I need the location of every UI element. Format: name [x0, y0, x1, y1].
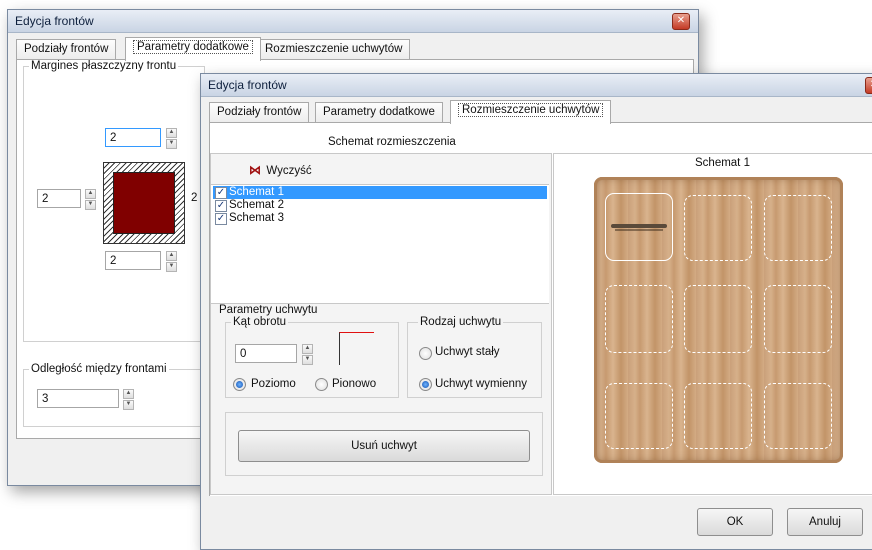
margin-left-field[interactable]: 2: [37, 189, 81, 208]
angle-spin-buttons[interactable]: ▲ ▼: [302, 344, 313, 365]
tab-label: Rozmieszczenie uchwytów: [265, 43, 403, 55]
handle-slot-1[interactable]: [605, 193, 673, 261]
handle-slot-8[interactable]: [684, 383, 752, 449]
handle-slot-5[interactable]: [684, 285, 752, 353]
tab-podzialy-frontow[interactable]: Podziały frontów: [209, 102, 310, 123]
handle-slot-4[interactable]: [605, 285, 673, 353]
spacing-field[interactable]: 3: [37, 389, 119, 408]
margin-top-spinner[interactable]: 2 ▲ ▼: [105, 128, 180, 149]
back-window-title: Edycja frontów: [15, 14, 94, 28]
spin-up-icon[interactable]: ▲: [85, 189, 96, 199]
tab-label: Rozmieszczenie uchwytów: [458, 103, 604, 117]
tab-podzialy-frontow[interactable]: Podziały frontów: [16, 39, 117, 60]
radio-pionowo[interactable]: [315, 378, 328, 391]
spin-up-icon[interactable]: ▲: [166, 128, 177, 138]
remove-handle-area: Usuń uchwyt: [225, 412, 543, 476]
margin-bottom-field[interactable]: 2: [105, 251, 161, 270]
spin-up-icon[interactable]: ▲: [302, 344, 313, 354]
tab-label: Parametry dodatkowe: [323, 106, 435, 118]
handle-slot-3[interactable]: [764, 195, 832, 261]
checkbox-scheme-3[interactable]: ✓: [215, 213, 227, 225]
radio-uchwyt-staly[interactable]: [419, 347, 432, 360]
spin-down-icon[interactable]: ▼: [302, 355, 313, 365]
spacing-group-legend: Odległość między frontami: [31, 363, 167, 375]
handle-slot-6[interactable]: [764, 285, 832, 353]
margin-top-spin-buttons[interactable]: ▲ ▼: [166, 128, 177, 149]
margin-top-field[interactable]: 2: [105, 128, 161, 147]
angle-legend: Kąt obrotu: [233, 316, 287, 328]
back-window-titlebar: Edycja frontów ✕: [8, 10, 698, 33]
scheme-label: Schemat 3: [229, 212, 284, 224]
spin-up-icon[interactable]: ▲: [166, 251, 177, 261]
spacing-spinner[interactable]: 3 ▲ ▼: [37, 389, 137, 410]
radio-poziomo-label: Poziomo: [251, 378, 296, 390]
margin-bottom-spin-buttons[interactable]: ▲ ▼: [166, 251, 177, 272]
close-icon[interactable]: ✕: [865, 77, 872, 94]
handle-type-legend: Rodzaj uchwytu: [420, 316, 502, 328]
cancel-button[interactable]: Anuluj: [787, 508, 863, 536]
spin-down-icon[interactable]: ▼: [166, 262, 177, 272]
margin-left-spinner[interactable]: 2 ▲ ▼: [37, 189, 99, 210]
clear-label: Wyczyść: [266, 165, 312, 177]
front-tab-panel: Schemat rozmieszczenia ⋈ Wyczyść ✓ Schem…: [209, 122, 872, 496]
handle-icon: [611, 224, 667, 231]
tab-rozmieszczenie-uchwytow[interactable]: Rozmieszczenie uchwytów: [450, 100, 612, 124]
radio-uchwyt-staly-label: Uchwyt stały: [435, 346, 500, 358]
tab-label: Podziały frontów: [24, 43, 109, 55]
radio-uchwyt-wymienny-label: Uchwyt wymienny: [435, 378, 528, 390]
spin-down-icon[interactable]: ▼: [166, 139, 177, 149]
handle-slot-2[interactable]: [684, 195, 752, 261]
close-icon[interactable]: ✕: [672, 13, 690, 30]
spin-up-icon[interactable]: ▲: [123, 389, 134, 399]
ok-button[interactable]: OK: [697, 508, 773, 536]
tab-parametry-dodatkowe[interactable]: Parametry dodatkowe: [125, 37, 261, 61]
front-hatch-frame: [103, 162, 185, 244]
front-tabs: Podziały frontów Parametry dodatkowe Roz…: [209, 100, 869, 124]
angle-field[interactable]: 0: [235, 344, 297, 363]
tab-label: Parametry dodatkowe: [133, 40, 253, 54]
front-preview-wood: [594, 177, 843, 463]
front-window: Edycja frontów ✕ Podziały frontów Parame…: [200, 73, 872, 550]
handle-slot-7[interactable]: [605, 383, 673, 449]
radio-uchwyt-wymienny[interactable]: [419, 378, 432, 391]
tab-label: Podziały frontów: [217, 106, 302, 118]
list-item-scheme-3[interactable]: ✓ Schemat 3: [213, 212, 547, 225]
preview-title: Schemat 1: [695, 157, 750, 169]
remove-handle-button[interactable]: Usuń uchwyt: [238, 430, 530, 462]
margin-bottom-spinner[interactable]: 2 ▲ ▼: [105, 251, 180, 272]
angle-spinner[interactable]: 0 ▲ ▼: [235, 344, 315, 365]
list-item-scheme-2[interactable]: ✓ Schemat 2: [213, 199, 547, 212]
list-item-scheme-1[interactable]: ✓ Schemat 1: [213, 186, 547, 199]
handle-params-legend: Parametry uchwytu: [219, 304, 318, 316]
clear-button[interactable]: ⋈ Wyczyść: [249, 163, 312, 179]
radio-poziomo[interactable]: [233, 378, 246, 391]
front-window-title: Edycja frontów: [208, 78, 287, 92]
scheme-pane: ⋈ Wyczyść ✓ Schemat 1 ✓ Schemat 2 ✓ Sche…: [210, 153, 552, 495]
front-surface: [113, 172, 175, 234]
clear-icon: ⋈: [249, 163, 261, 177]
angle-preview-icon: [339, 332, 374, 365]
spacing-spin-buttons[interactable]: ▲ ▼: [123, 389, 134, 410]
radio-pionowo-label: Pionowo: [332, 378, 377, 390]
tab-parametry-dodatkowe[interactable]: Parametry dodatkowe: [315, 102, 443, 123]
back-tabs: Podziały frontów Parametry dodatkowe Roz…: [16, 37, 696, 61]
scheme-label: Schemat 2: [229, 199, 284, 211]
tab-rozmieszczenie-uchwytow[interactable]: Rozmieszczenie uchwytów: [257, 39, 411, 60]
margin-left-spin-buttons[interactable]: ▲ ▼: [85, 189, 96, 210]
scheme-label: Schemat 1: [229, 186, 284, 198]
checkbox-scheme-2[interactable]: ✓: [215, 200, 227, 212]
handle-slot-9[interactable]: [764, 383, 832, 449]
front-window-titlebar: Edycja frontów ✕: [201, 74, 872, 97]
preview-pane: Schemat 1: [553, 153, 872, 495]
section-title: Schemat rozmieszczenia: [328, 136, 456, 148]
margin-group-legend: Margines płaszczyzny frontu: [31, 60, 177, 72]
spin-down-icon[interactable]: ▼: [123, 400, 134, 410]
checkbox-scheme-1[interactable]: ✓: [215, 187, 227, 199]
scheme-list: ✓ Schemat 1 ✓ Schemat 2 ✓ Schemat 3: [211, 184, 549, 304]
spin-down-icon[interactable]: ▼: [85, 200, 96, 210]
